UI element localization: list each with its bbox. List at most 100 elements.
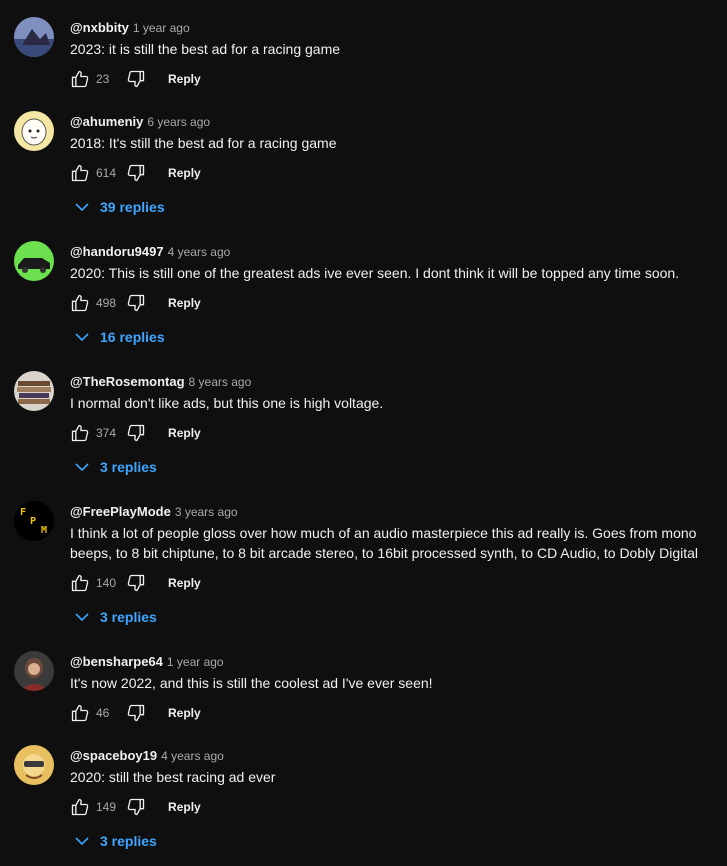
comment-text: I normal don't like ads, but this one is… xyxy=(70,395,384,411)
chevron-down-icon xyxy=(75,203,89,212)
dislike-button[interactable] xyxy=(126,293,146,313)
thumbs-down-icon xyxy=(127,574,145,592)
like-count: 374 xyxy=(96,426,117,440)
reply-button[interactable]: Reply xyxy=(168,706,201,720)
like-count: 140 xyxy=(96,576,117,590)
dislike-button[interactable] xyxy=(126,797,146,817)
author-name[interactable]: @handoru9497 xyxy=(70,244,164,259)
comment-header: @nxbbity 1 year ago xyxy=(70,19,190,37)
author-name[interactable]: @ahumeniy xyxy=(70,114,143,129)
comment-header: @spaceboy19 4 years ago xyxy=(70,747,224,765)
replies-count-label: 16 replies xyxy=(100,329,165,345)
avatar[interactable] xyxy=(14,371,54,411)
timestamp[interactable]: 8 years ago xyxy=(189,375,252,389)
reply-button[interactable]: Reply xyxy=(168,576,201,590)
avatar[interactable] xyxy=(14,745,54,785)
chevron-down-icon xyxy=(75,463,89,472)
comment-actions: 614 Reply xyxy=(70,163,201,183)
avatar-letter: M xyxy=(41,525,47,536)
comment-text: 2018: It's still the best ad for a racin… xyxy=(70,135,337,151)
reply-button[interactable]: Reply xyxy=(168,72,201,86)
like-count: 23 xyxy=(96,72,110,86)
thumbs-down-icon xyxy=(127,164,145,182)
avatar-letter: F xyxy=(20,507,26,518)
reply-button[interactable]: Reply xyxy=(168,800,201,814)
author-name[interactable]: @bensharpe64 xyxy=(70,654,163,669)
comment-text: 2023: it is still the best ad for a raci… xyxy=(70,41,341,57)
replies-count-label: 3 replies xyxy=(100,833,157,849)
thumbs-down-icon xyxy=(127,70,145,88)
author-name[interactable]: @TheRosemontag xyxy=(70,374,185,389)
reply-button[interactable]: Reply xyxy=(168,296,201,310)
timestamp[interactable]: 4 years ago xyxy=(161,749,224,763)
comment-thread: @ahumeniy 6 years ago 2018: It's still th… xyxy=(0,111,727,221)
like-button[interactable] xyxy=(70,423,90,443)
comment-thread: @TheRosemontag 8 years ago I normal don't… xyxy=(0,371,727,481)
thumbs-up-icon xyxy=(71,704,89,722)
view-replies-button[interactable]: 3 replies xyxy=(74,831,157,851)
like-button[interactable] xyxy=(70,293,90,313)
comment-text: 2020: This is still one of the greatest … xyxy=(70,265,680,281)
avatar[interactable] xyxy=(14,111,54,151)
author-name[interactable]: @FreePlayMode xyxy=(70,504,171,519)
dislike-button[interactable] xyxy=(126,163,146,183)
view-replies-button[interactable]: 39 replies xyxy=(74,197,165,217)
avatar[interactable] xyxy=(14,651,54,691)
avatar[interactable] xyxy=(14,241,54,281)
like-button[interactable] xyxy=(70,703,90,723)
avatar[interactable] xyxy=(14,17,54,57)
like-count: 149 xyxy=(96,800,117,814)
replies-count-label: 39 replies xyxy=(100,199,165,215)
dislike-button[interactable] xyxy=(126,69,146,89)
timestamp[interactable]: 1 year ago xyxy=(133,21,190,35)
timestamp[interactable]: 3 years ago xyxy=(175,505,238,519)
comment-actions: 46 Reply xyxy=(70,703,201,723)
like-count: 614 xyxy=(96,166,117,180)
like-count: 498 xyxy=(96,296,117,310)
avatar[interactable]: F P M xyxy=(14,501,54,541)
dislike-button[interactable] xyxy=(126,703,146,723)
comment-text: 2020: still the best racing ad ever xyxy=(70,769,276,785)
timestamp[interactable]: 4 years ago xyxy=(168,245,231,259)
comment-thread: @handoru9497 4 years ago 2020: This is st… xyxy=(0,241,727,351)
like-button[interactable] xyxy=(70,797,90,817)
view-replies-button[interactable]: 3 replies xyxy=(74,607,157,627)
thumbs-down-icon xyxy=(127,704,145,722)
replies-count-label: 3 replies xyxy=(100,609,157,625)
thumbs-up-icon xyxy=(71,424,89,442)
timestamp[interactable]: 1 year ago xyxy=(167,655,224,669)
comment-text: It's now 2022, and this is still the coo… xyxy=(70,675,433,691)
reply-button[interactable]: Reply xyxy=(168,166,201,180)
comment-thread: @nxbbity 1 year ago 2023: it is still the… xyxy=(0,17,727,97)
like-button[interactable] xyxy=(70,163,90,183)
comment-actions: 498 Reply xyxy=(70,293,201,313)
chevron-down-icon xyxy=(75,333,89,342)
dislike-button[interactable] xyxy=(126,423,146,443)
comment-thread: @bensharpe64 1 year ago It's now 2022, an… xyxy=(0,651,727,731)
thumbs-down-icon xyxy=(127,294,145,312)
comment-header: @TheRosemontag 8 years ago xyxy=(70,373,251,391)
comment-header: @ahumeniy 6 years ago xyxy=(70,113,210,131)
like-button[interactable] xyxy=(70,573,90,593)
comment-actions: 140 Reply xyxy=(70,573,201,593)
comment-actions: 374 Reply xyxy=(70,423,201,443)
comment-text: I think a lot of people gloss over how m… xyxy=(70,525,699,561)
thumbs-down-icon xyxy=(127,424,145,442)
avatar-letter: P xyxy=(30,516,36,527)
author-name[interactable]: @spaceboy19 xyxy=(70,748,157,763)
comment-actions: 149 Reply xyxy=(70,797,201,817)
timestamp[interactable]: 6 years ago xyxy=(147,115,210,129)
dislike-button[interactable] xyxy=(126,573,146,593)
comment-header: @handoru9497 4 years ago xyxy=(70,243,230,261)
thumbs-up-icon xyxy=(71,294,89,312)
comment-header: @FreePlayMode 3 years ago xyxy=(70,503,238,521)
thumbs-up-icon xyxy=(71,164,89,182)
comment-actions: 23 Reply xyxy=(70,69,201,89)
comment-header: @bensharpe64 1 year ago xyxy=(70,653,224,671)
thumbs-up-icon xyxy=(71,798,89,816)
view-replies-button[interactable]: 3 replies xyxy=(74,457,157,477)
reply-button[interactable]: Reply xyxy=(168,426,201,440)
author-name[interactable]: @nxbbity xyxy=(70,20,129,35)
view-replies-button[interactable]: 16 replies xyxy=(74,327,165,347)
like-button[interactable] xyxy=(70,69,90,89)
